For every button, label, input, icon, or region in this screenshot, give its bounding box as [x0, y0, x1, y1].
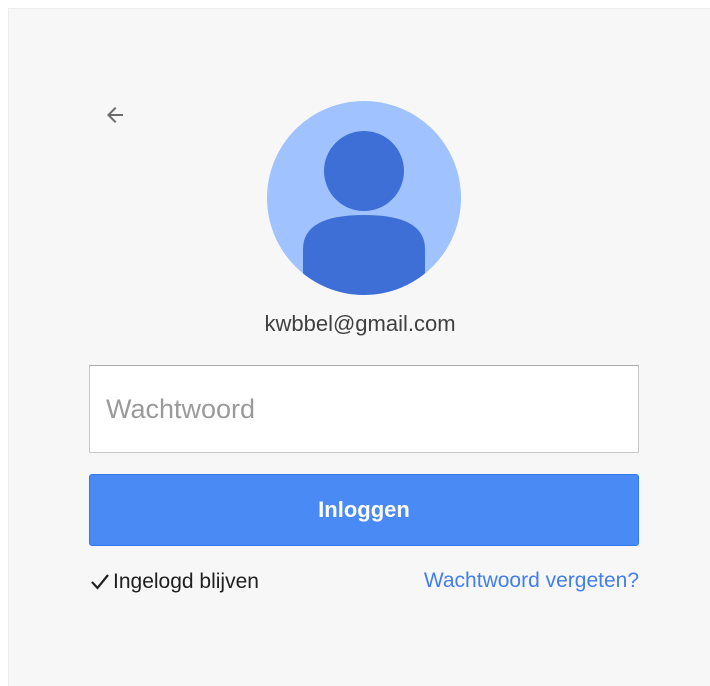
signin-card: kwbbel@gmail.com Inloggen Ingelogd blijv… [8, 8, 710, 686]
login-button[interactable]: Inloggen [89, 474, 639, 546]
password-input[interactable] [89, 365, 639, 453]
stay-signed-in-checkbox[interactable]: Ingelogd blijven [89, 569, 259, 595]
checkmark-icon [89, 571, 111, 593]
user-silhouette-icon [303, 131, 425, 295]
account-email: kwbbel@gmail.com [264, 311, 456, 336]
account-avatar [267, 101, 461, 295]
arrow-left-icon [107, 107, 123, 123]
forgot-password-link[interactable]: Wachtwoord vergeten? [373, 569, 639, 593]
stay-signed-in-label: Ingelogd blijven [113, 570, 259, 593]
back-button[interactable] [95, 95, 135, 135]
